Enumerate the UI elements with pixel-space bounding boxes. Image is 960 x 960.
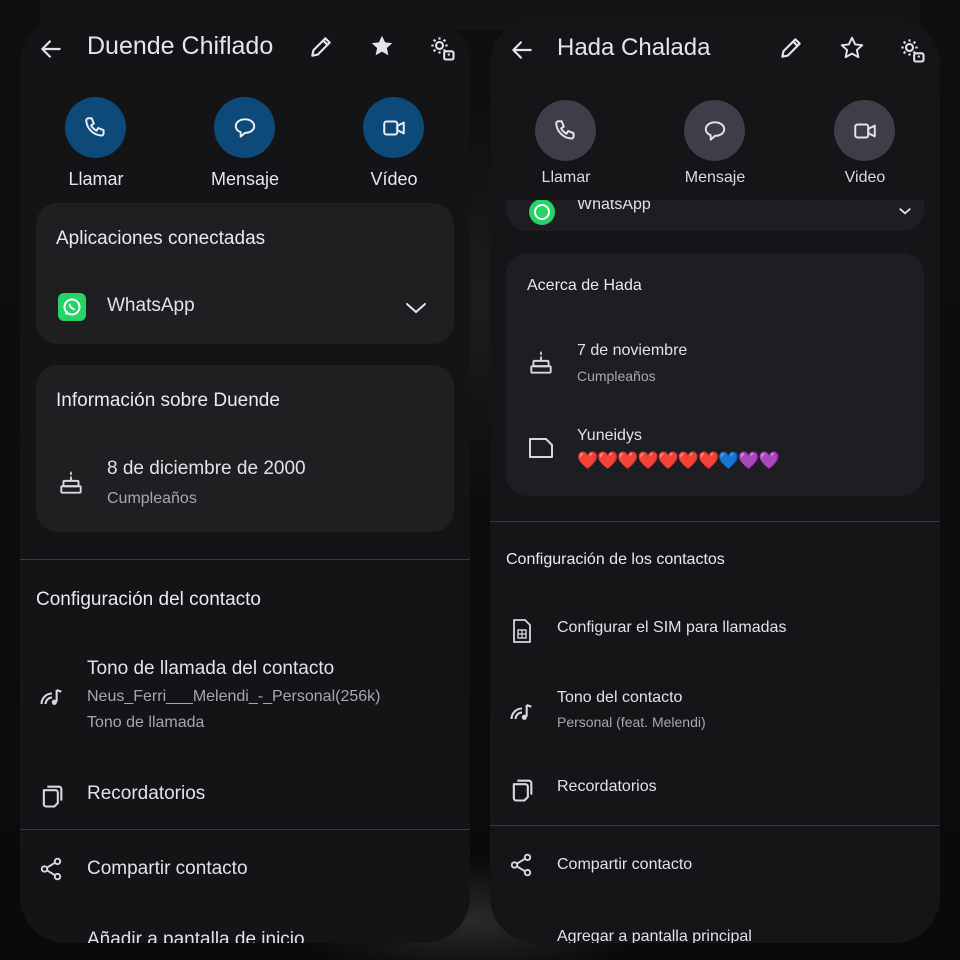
whatsapp-label: WhatsApp (107, 295, 195, 316)
cake-icon (528, 349, 554, 377)
about-card: Acerca de Hada 7 de noviembre Cumpleaños… (506, 253, 924, 496)
divider (490, 521, 940, 522)
call-label: Llamar (541, 169, 591, 186)
add-home-label[interactable]: Agregar a pantalla principal (557, 928, 752, 943)
share-contact-label: Compartir contacto (87, 858, 248, 879)
sim-icon (510, 618, 534, 644)
ringtone-row[interactable]: Tono del contacto Personal (feat. Melend… (490, 683, 940, 743)
birthday-date: 8 de diciembre de 2000 (107, 458, 306, 479)
video-button[interactable] (363, 97, 424, 158)
share-contact-row[interactable]: Compartir contacto (20, 846, 470, 896)
contact-settings-title: Configuración del contacto (36, 589, 261, 610)
video-icon (381, 115, 407, 141)
sim-settings-row[interactable]: Configurar el SIM para llamadas (490, 606, 940, 654)
message-button[interactable] (684, 100, 745, 161)
connected-apps-title: Aplicaciones conectadas (56, 228, 266, 249)
about-title: Acerca de Hada (527, 277, 642, 294)
note-icon (528, 437, 554, 459)
ringtone-title: Tono de llamada del contacto (87, 658, 335, 679)
reminders-label: Recordatorios (87, 783, 206, 804)
video-label: Video (844, 169, 886, 186)
ringtone-icon (508, 698, 536, 726)
add-home-label[interactable]: Añadir a pantalla de inicio (87, 929, 305, 943)
contact-settings-icon[interactable] (899, 37, 927, 65)
message-icon (702, 118, 728, 144)
ringtone-row[interactable]: Tono de llamada del contacto Neus_Ferri_… (20, 653, 470, 743)
sim-settings-label: Configurar el SIM para llamadas (557, 619, 787, 636)
reminders-label: Recordatorios (557, 778, 657, 795)
note-title: Yuneidys (577, 427, 642, 444)
edit-icon[interactable] (778, 35, 804, 61)
contact-name: Hada Chalada (557, 34, 711, 61)
about-title: Información sobre Duende (56, 390, 280, 411)
call-button[interactable] (65, 97, 126, 158)
star-outline-icon[interactable] (839, 35, 865, 61)
cake-icon (58, 469, 84, 497)
divider (20, 559, 470, 560)
ringtone-value: Neus_Ferri___Melendi_-_Personal(256k) (87, 688, 381, 705)
contact-settings-icon[interactable] (429, 35, 457, 63)
ringtone-title: Tono del contacto (557, 689, 683, 706)
contact-settings-title: Configuración de los contactos (506, 551, 725, 568)
about-card: Información sobre Duende 8 de diciembre … (36, 365, 454, 532)
whatsapp-icon (528, 198, 556, 226)
message-button[interactable] (214, 97, 275, 158)
reminders-icon (508, 776, 536, 804)
ringtone-icon (38, 683, 66, 711)
share-icon (508, 852, 534, 878)
ringtone-value: Personal (feat. Melendi) (557, 714, 706, 730)
message-label: Mensaje (210, 169, 280, 189)
back-arrow-icon[interactable] (509, 37, 535, 63)
video-label: Vídeo (370, 169, 418, 189)
chevron-down-icon[interactable] (404, 296, 428, 320)
contact-screen-duende: Duende Chiflado Llamar Mensaje Vídeo Apl… (20, 18, 470, 943)
whatsapp-icon (58, 293, 86, 321)
chevron-down-icon[interactable] (898, 204, 912, 218)
birthday-date: 7 de noviembre (577, 342, 688, 359)
call-button[interactable] (535, 100, 596, 161)
phone-icon (553, 118, 579, 144)
reminders-row[interactable]: Recordatorios (490, 764, 940, 812)
message-icon (232, 115, 258, 141)
edit-icon[interactable] (308, 34, 334, 60)
phone-icon (83, 115, 109, 141)
call-label: Llamar (68, 169, 124, 189)
video-button[interactable] (834, 100, 895, 161)
share-icon (38, 856, 64, 882)
back-arrow-icon[interactable] (38, 36, 64, 62)
contact-screen-hada: Hada Chalada WhatsApp Llamar Mensaje Vid… (490, 18, 940, 943)
share-contact-label: Compartir contacto (557, 856, 693, 873)
whatsapp-row[interactable]: WhatsApp (36, 283, 454, 333)
reminders-icon (38, 782, 66, 810)
reminders-row[interactable]: Recordatorios (20, 770, 470, 820)
divider (490, 825, 940, 826)
contact-name: Duende Chiflado (87, 32, 274, 60)
divider (20, 829, 470, 830)
birthday-label: Cumpleaños (107, 490, 197, 507)
note-value: ❤️❤️❤️❤️❤️❤️❤️💙💜💜 (577, 451, 780, 470)
connected-apps-card: Aplicaciones conectadas WhatsApp (36, 203, 454, 344)
message-label: Mensaje (684, 169, 746, 186)
share-contact-row[interactable]: Compartir contacto (490, 841, 940, 889)
video-icon (852, 118, 878, 144)
birthday-label: Cumpleaños (577, 368, 656, 384)
ringtone-label: Tono de llamada (87, 714, 205, 731)
star-icon[interactable] (369, 33, 395, 59)
